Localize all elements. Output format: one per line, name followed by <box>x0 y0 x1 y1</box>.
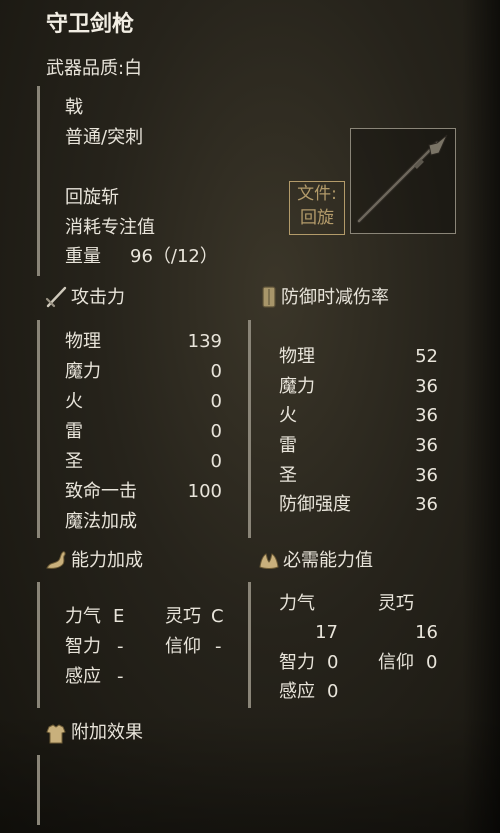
defense-value-magic: 36 <box>415 376 438 397</box>
weight-value: 96（/12） <box>130 246 218 267</box>
requirements-divider <box>248 582 251 708</box>
defense-section-title: 防御时减伤率 <box>281 287 389 308</box>
scaling-value-str: E <box>113 606 125 627</box>
file-tag-line1: 文件: <box>297 184 337 204</box>
defense-label-lightning: 雷 <box>279 435 297 456</box>
attack-divider <box>37 320 40 538</box>
defense-value-holy: 36 <box>415 465 438 486</box>
req-label-arc: 感应 <box>279 681 315 702</box>
defense-value-guard-boost: 36 <box>415 494 438 515</box>
defense-label-magic: 魔力 <box>279 376 315 397</box>
spear-icon <box>356 134 448 224</box>
info-divider <box>37 86 40 276</box>
defense-value-physical: 52 <box>415 346 438 367</box>
req-label-str: 力气 <box>279 593 315 614</box>
scaling-label-dex: 灵巧 <box>165 606 201 627</box>
attack-value-holy: 0 <box>210 451 222 472</box>
hands-icon <box>259 553 279 569</box>
scaling-value-int: - <box>117 636 124 657</box>
file-tag[interactable]: 文件: 回旋 <box>289 181 345 235</box>
attack-label-sorcery-scaling: 魔法加成 <box>65 511 137 532</box>
req-label-fai: 信仰 <box>378 652 414 673</box>
attack-value-critical: 100 <box>187 481 222 502</box>
req-value-fai: 0 <box>426 652 438 673</box>
req-value-dex: 16 <box>415 622 438 643</box>
attack-value-lightning: 0 <box>210 421 222 442</box>
attack-label-magic: 魔力 <box>65 361 101 382</box>
armor-icon <box>46 724 66 744</box>
weapon-quality: 武器品质:白 <box>46 58 143 79</box>
defense-value-lightning: 36 <box>415 435 438 456</box>
defense-label-holy: 圣 <box>279 465 297 486</box>
damage-type: 普通/突刺 <box>65 127 144 148</box>
defense-label-fire: 火 <box>279 405 297 426</box>
effects-section-title: 附加效果 <box>71 722 143 743</box>
req-value-int: 0 <box>327 652 339 673</box>
file-tag-line2: 回旋 <box>300 208 334 228</box>
scaling-value-arc: - <box>117 666 124 687</box>
attack-label-fire: 火 <box>65 391 83 412</box>
attack-value-physical: 139 <box>187 331 222 352</box>
defense-value-fire: 36 <box>415 405 438 426</box>
scaling-value-dex: C <box>211 606 224 627</box>
req-value-str: 17 <box>315 622 338 643</box>
scaling-label-int: 智力 <box>65 636 101 657</box>
attack-section-title: 攻击力 <box>71 287 125 308</box>
defense-label-guard-boost: 防御强度 <box>279 494 351 515</box>
scaling-value-fai: - <box>215 636 222 657</box>
skill-name: 回旋斩 <box>65 187 119 208</box>
req-label-dex: 灵巧 <box>378 593 414 614</box>
req-label-int: 智力 <box>279 652 315 673</box>
scaling-section-title: 能力加成 <box>71 550 143 571</box>
scaling-divider <box>37 582 40 708</box>
attack-value-fire: 0 <box>210 391 222 412</box>
item-detail-panel: 守卫剑枪 武器品质:白 戟 普通/突刺 回旋斩 消耗专注值 重量 96（/12）… <box>0 0 500 833</box>
defense-label-physical: 物理 <box>279 346 315 367</box>
weapon-image <box>350 128 456 234</box>
attack-label-critical: 致命一击 <box>65 481 137 502</box>
req-value-arc: 0 <box>327 681 339 702</box>
attack-label-holy: 圣 <box>65 451 83 472</box>
weight-label: 重量 <box>65 246 101 267</box>
panel-edge-shade <box>462 0 500 833</box>
shield-icon <box>262 286 276 308</box>
skill-cost-label: 消耗专注值 <box>65 217 155 238</box>
effects-divider <box>37 755 40 825</box>
scaling-label-str: 力气 <box>65 606 101 627</box>
weapon-title: 守卫剑枪 <box>46 12 135 37</box>
attack-label-lightning: 雷 <box>65 421 83 442</box>
scaling-label-arc: 感应 <box>65 666 101 687</box>
scaling-label-fai: 信仰 <box>165 636 201 657</box>
weapon-type: 戟 <box>65 97 83 118</box>
defense-divider <box>248 320 251 538</box>
requirements-section-title: 必需能力值 <box>283 550 373 571</box>
attack-value-magic: 0 <box>210 361 222 382</box>
crossed-sword-icon <box>45 286 67 308</box>
attack-label-physical: 物理 <box>65 331 101 352</box>
flexed-arm-icon <box>46 551 66 569</box>
